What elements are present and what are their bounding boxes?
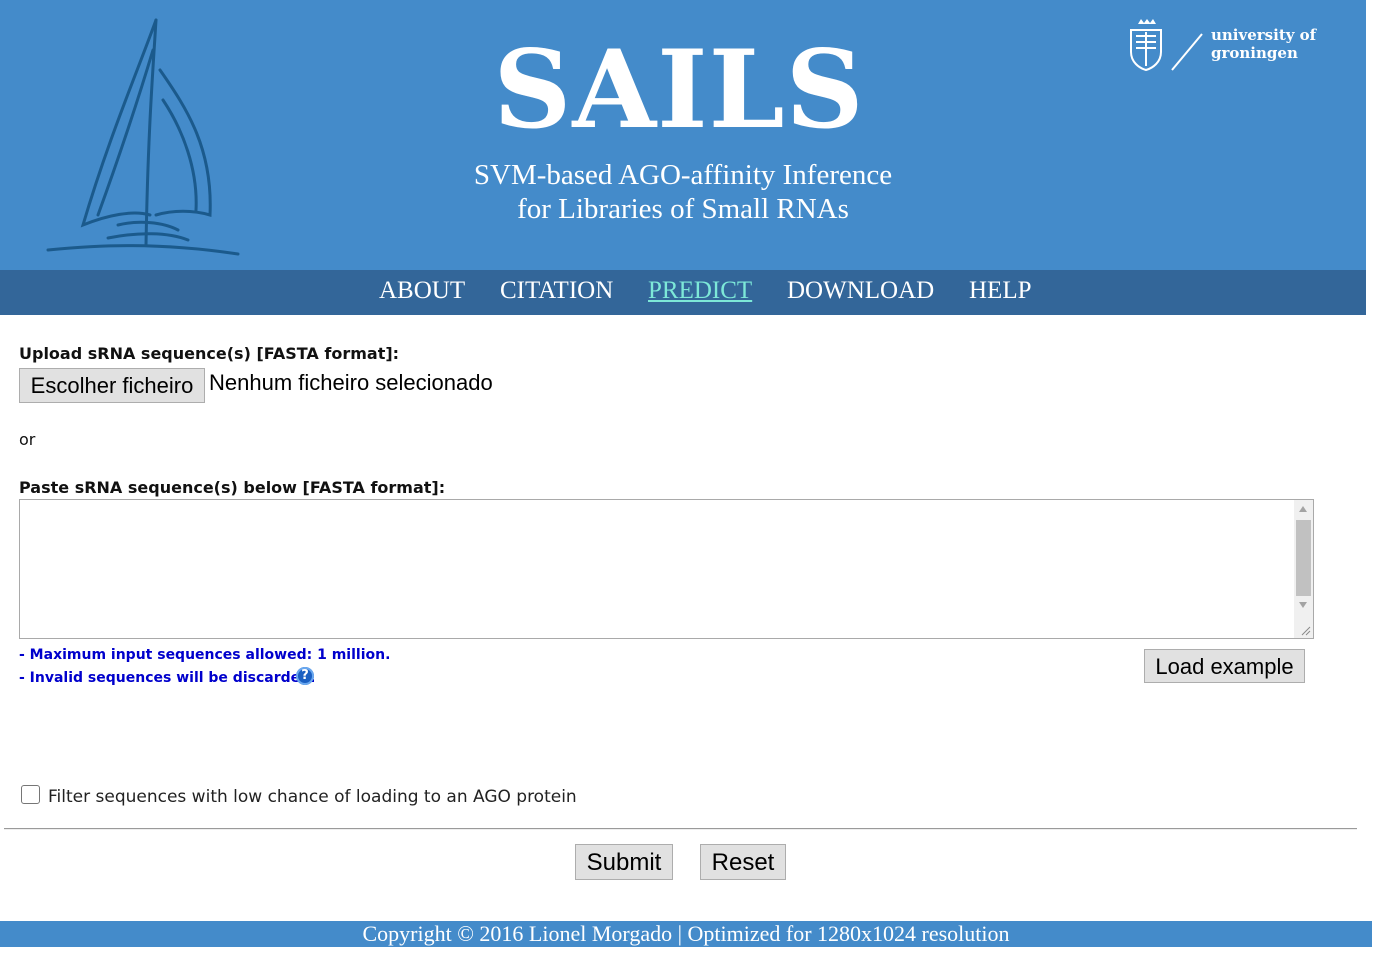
university-crest-icon bbox=[1130, 19, 1162, 72]
resize-grip-icon[interactable] bbox=[1299, 624, 1311, 636]
scroll-down-arrow-icon[interactable] bbox=[1299, 602, 1307, 608]
university-name: university of groningen bbox=[1211, 26, 1316, 62]
scroll-thumb[interactable] bbox=[1296, 520, 1311, 596]
site-header: SAILS SVM-based AGO-affinity Inference f… bbox=[0, 0, 1366, 270]
nav-about[interactable]: ABOUT bbox=[379, 277, 465, 305]
paste-label: Paste sRNA sequence(s) below [FASTA form… bbox=[19, 478, 446, 497]
load-example-button[interactable]: Load example bbox=[1144, 649, 1305, 683]
university-name-line2: groningen bbox=[1211, 44, 1298, 62]
sequence-textarea-wrapper bbox=[19, 499, 1314, 639]
invalid-sequences-note: - Invalid sequences will be discarded. bbox=[19, 670, 316, 686]
scroll-up-arrow-icon[interactable] bbox=[1299, 506, 1307, 512]
choose-file-button[interactable]: Escolher ficheiro bbox=[19, 368, 205, 403]
max-sequences-note: - Maximum input sequences allowed: 1 mil… bbox=[19, 647, 391, 663]
upload-label: Upload sRNA sequence(s) [FASTA format]: bbox=[19, 344, 400, 363]
filter-checkbox[interactable] bbox=[21, 785, 40, 804]
university-name-line1: university of bbox=[1211, 26, 1317, 44]
university-logo[interactable]: university of groningen bbox=[1126, 18, 1326, 78]
nav-help[interactable]: HELP bbox=[969, 277, 1032, 305]
site-subtitle-line1: SVM-based AGO-affinity Inference bbox=[473, 159, 893, 191]
footer-copyright: Copyright © 2016 Lionel Morgado | Optimi… bbox=[0, 921, 1372, 947]
nav-citation[interactable]: CITATION bbox=[500, 277, 613, 305]
form-divider bbox=[4, 828, 1357, 830]
file-status-text: Nenhum ficheiro selecionado bbox=[209, 370, 493, 395]
textarea-scrollbar[interactable] bbox=[1294, 500, 1313, 638]
nav-download[interactable]: DOWNLOAD bbox=[787, 277, 934, 305]
university-slash-icon bbox=[1171, 33, 1203, 71]
or-separator-text: or bbox=[19, 430, 36, 449]
help-question-icon[interactable]: ? bbox=[296, 667, 314, 685]
main-nav: ABOUT CITATION PREDICT DOWNLOAD HELP bbox=[0, 270, 1366, 315]
sequence-textarea[interactable] bbox=[20, 500, 1294, 638]
site-subtitle-line2: for Libraries of Small RNAs bbox=[517, 193, 849, 225]
submit-button[interactable]: Submit bbox=[575, 844, 673, 880]
reset-button[interactable]: Reset bbox=[700, 844, 786, 880]
filter-checkbox-label[interactable]: Filter sequences with low chance of load… bbox=[48, 787, 577, 807]
nav-predict[interactable]: PREDICT bbox=[648, 277, 752, 305]
